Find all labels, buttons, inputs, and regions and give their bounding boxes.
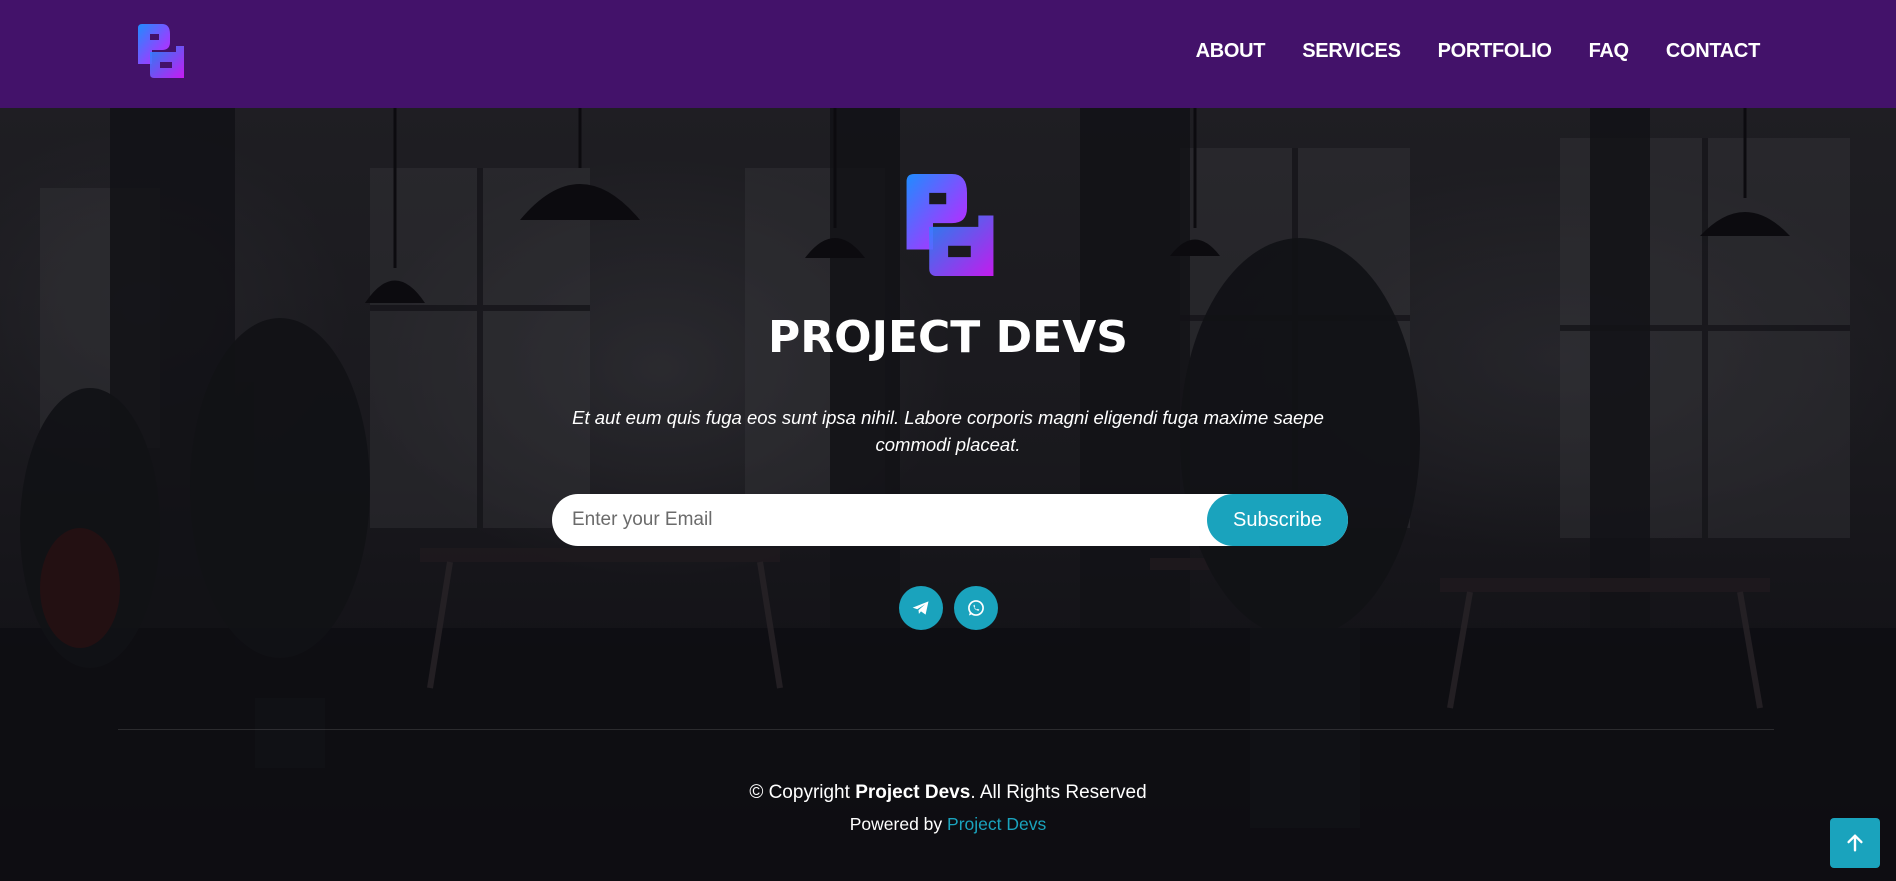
nav-item-contact[interactable]: CONTACT bbox=[1666, 40, 1760, 63]
copyright-brand: Project Devs bbox=[855, 782, 971, 803]
page: ABOUT SERVICES PORTFOLIO FAQ CONTACT PRO… bbox=[0, 0, 1896, 881]
whatsapp-icon bbox=[967, 600, 984, 616]
telegram-button[interactable] bbox=[898, 586, 943, 630]
footer-divider bbox=[118, 729, 1774, 730]
copyright-prefix: © Copyright bbox=[749, 782, 856, 803]
copyright-suffix: . All Rights Reserved bbox=[970, 782, 1147, 803]
logo-icon[interactable] bbox=[138, 24, 184, 78]
tagline: Et aut eum quis fuga eos sunt ipsa nihil… bbox=[572, 407, 1324, 455]
arrow-up-icon bbox=[1847, 834, 1863, 852]
site-header: ABOUT SERVICES PORTFOLIO FAQ CONTACT bbox=[0, 0, 1896, 108]
powered-by-text: Powered by Project Devs bbox=[0, 814, 1896, 835]
subscribe-button[interactable]: Subscribe bbox=[1207, 494, 1348, 546]
powered-by-link[interactable]: Project Devs bbox=[947, 814, 1046, 834]
telegram-icon bbox=[912, 601, 928, 615]
nav-item-services[interactable]: SERVICES bbox=[1302, 40, 1401, 63]
nav-item-portfolio[interactable]: PORTFOLIO bbox=[1438, 40, 1552, 63]
newsletter-form: Subscribe bbox=[552, 494, 1348, 546]
main-nav: ABOUT SERVICES PORTFOLIO FAQ CONTACT bbox=[1159, 0, 1761, 102]
brand-title: PROJECT DEVS bbox=[768, 312, 1128, 363]
powered-prefix: Powered by bbox=[849, 814, 948, 834]
copyright-text: © Copyright Project Devs. All Rights Res… bbox=[0, 782, 1896, 804]
social-links bbox=[0, 586, 1896, 630]
email-input[interactable] bbox=[572, 494, 1152, 546]
nav-item-faq[interactable]: FAQ bbox=[1589, 40, 1630, 63]
whatsapp-button[interactable] bbox=[953, 586, 998, 630]
back-to-top-button[interactable] bbox=[1830, 818, 1880, 868]
footer-section: PROJECT DEVS Et aut eum quis fuga eos su… bbox=[0, 108, 1896, 881]
brand-logo-icon bbox=[906, 174, 994, 276]
nav-item-about[interactable]: ABOUT bbox=[1196, 40, 1266, 63]
